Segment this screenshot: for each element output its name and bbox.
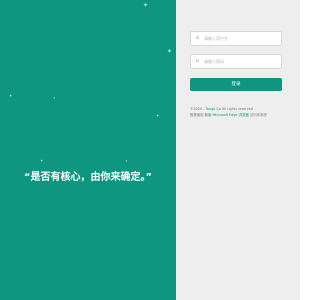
- lock-icon: ⌂: [195, 58, 200, 64]
- edge-browser-link[interactable]: 新版 Microsoft Edge 浏览器: [205, 113, 249, 117]
- footer: ©2020 - Tongo Co All rights reserved 推荐使…: [190, 106, 295, 118]
- browser-suffix: 访问本系统: [248, 113, 267, 117]
- copyright-prefix: ©2020 -: [190, 107, 206, 111]
- username-field[interactable]: ♙: [190, 31, 282, 46]
- login-page: ✦ ✦ ✦ ✦ ✦ ✦ ✦ “是否有核心，由你来确定。” ♙ ⌂ 登录 ©202…: [0, 0, 300, 300]
- sparkle-icon: ✦: [143, 2, 149, 9]
- user-icon: ♙: [195, 35, 200, 41]
- browser-prefix: 推荐使用: [190, 113, 205, 117]
- sparkle-icon: ✦: [125, 159, 128, 163]
- sparkle-icon: ✦: [156, 113, 160, 118]
- hero-slogan: “是否有核心，由你来确定。”: [23, 172, 153, 183]
- username-input[interactable]: [202, 32, 280, 45]
- login-panel: ♙ ⌂ 登录 ©2020 - Tongo Co All rights reser…: [176, 0, 300, 300]
- copyright-suffix: All rights reserved: [220, 107, 253, 111]
- browser-recommendation: 推荐使用 新版 Microsoft Edge 浏览器 访问本系统: [190, 112, 295, 118]
- sparkle-icon: ✦: [53, 96, 56, 100]
- company-link[interactable]: Tongo Co: [205, 107, 220, 111]
- login-button[interactable]: 登录: [190, 78, 282, 91]
- sparkle-icon: ✦: [40, 158, 44, 163]
- hero-banner: ✦ ✦ ✦ ✦ ✦ ✦ ✦ “是否有核心，由你来确定。”: [0, 0, 176, 300]
- password-input[interactable]: [202, 55, 280, 68]
- sparkle-icon: ✦: [167, 48, 173, 55]
- password-field[interactable]: ⌂: [190, 54, 282, 69]
- sparkle-icon: ✦: [9, 93, 13, 98]
